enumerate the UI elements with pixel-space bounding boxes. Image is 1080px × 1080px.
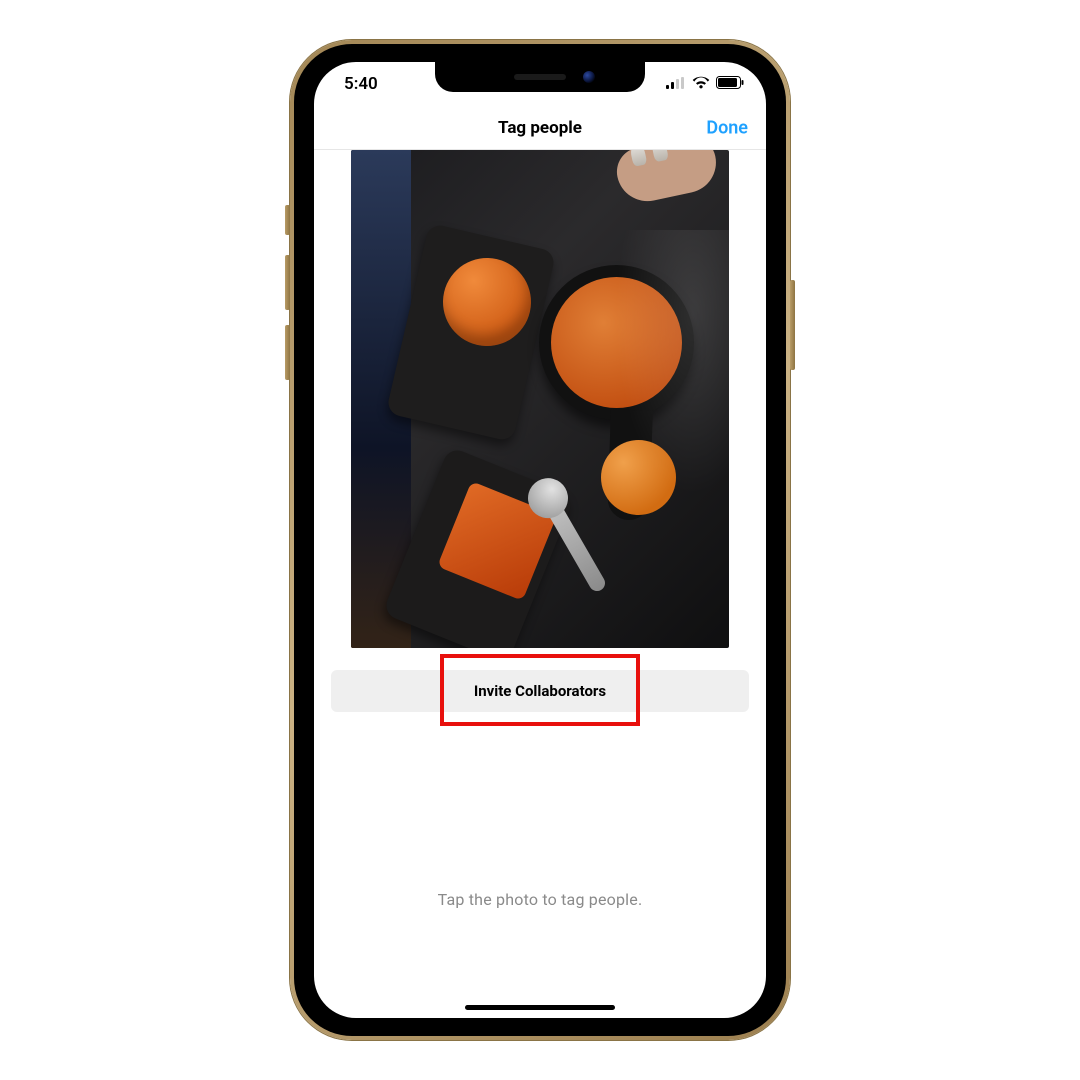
mute-switch — [285, 205, 290, 235]
content: Invite Collaborators Tap the photo to ta… — [314, 150, 766, 1018]
status-right — [666, 74, 744, 94]
iphone-frame: 5:40 — [290, 40, 790, 1040]
front-camera — [583, 71, 595, 83]
invite-collaborators-label: Invite Collaborators — [474, 682, 606, 700]
cellular-icon — [666, 74, 686, 94]
invite-collaborators-button[interactable]: Invite Collaborators — [331, 670, 749, 712]
wifi-icon — [692, 74, 710, 94]
status-time: 5:40 — [344, 74, 378, 94]
invite-collaborators-wrap: Invite Collaborators — [331, 670, 749, 712]
tag-photo[interactable] — [351, 150, 729, 648]
home-indicator[interactable] — [465, 1005, 615, 1010]
volume-down — [285, 325, 290, 380]
power-button — [790, 280, 795, 370]
tag-hint: Tap the photo to tag people. — [314, 890, 766, 909]
battery-icon — [716, 74, 744, 94]
nav-bar: Tag people Done — [314, 106, 766, 150]
page-title: Tag people — [498, 118, 582, 138]
done-button[interactable]: Done — [706, 117, 748, 138]
screen: 5:40 — [314, 62, 766, 1018]
speaker-grille — [514, 74, 566, 80]
volume-up — [285, 255, 290, 310]
iphone-bezel: 5:40 — [294, 44, 786, 1036]
notch — [435, 62, 645, 92]
